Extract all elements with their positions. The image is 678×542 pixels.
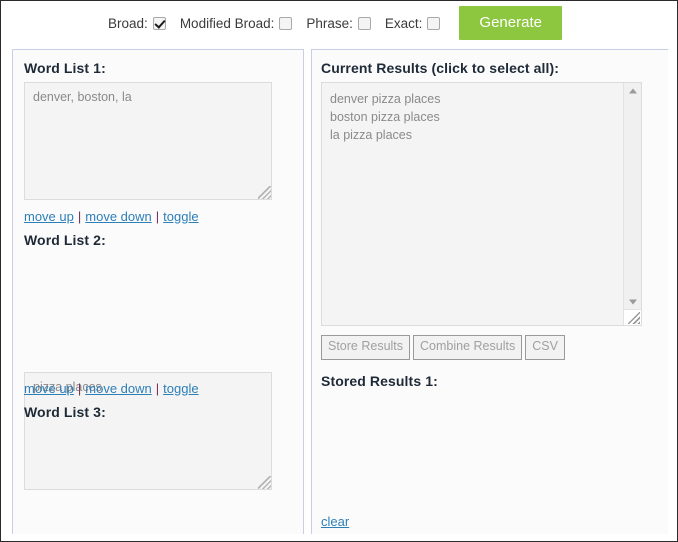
store-results-button[interactable]: Store Results — [321, 335, 411, 360]
word-list-1-move-up-link[interactable]: move up — [24, 209, 74, 224]
generate-button[interactable]: Generate — [459, 6, 562, 40]
results-panel: Current Results (click to select all): d… — [311, 49, 668, 534]
option-phrase-label: Phrase: — [306, 15, 353, 31]
scroll-down-icon[interactable] — [624, 294, 641, 310]
exact-checkbox[interactable] — [427, 16, 441, 30]
word-list-1-move-down-link[interactable]: move down — [85, 209, 151, 224]
link-separator: | — [155, 209, 160, 224]
word-list-2-toggle-link[interactable]: toggle — [163, 381, 198, 396]
current-results-value: denver pizza places boston pizza places … — [330, 92, 441, 143]
word-list-1-label: Word List 1: — [24, 60, 106, 76]
scroll-up-icon[interactable] — [624, 83, 641, 99]
results-actions: Store Results Combine Results CSV — [321, 335, 565, 360]
option-phrase[interactable]: Phrase: — [306, 16, 371, 31]
link-separator: | — [77, 209, 82, 224]
word-list-2-label: Word List 2: — [24, 232, 106, 248]
link-separator: | — [77, 381, 82, 396]
resize-grip-icon[interactable] — [624, 309, 641, 325]
stored-results-clear-row: clear — [321, 514, 349, 529]
current-results-scrollbar[interactable] — [623, 83, 641, 325]
current-results-label: Current Results (click to select all): — [321, 60, 559, 76]
clear-link[interactable]: clear — [321, 514, 349, 529]
broad-checkbox[interactable] — [152, 16, 166, 30]
options-toolbar: Broad: Modified Broad: Phrase: Exact: Ge… — [1, 1, 677, 45]
option-exact[interactable]: Exact: — [385, 16, 441, 31]
word-list-2-links: move up | move down | toggle — [24, 381, 199, 396]
word-list-1-toggle-link[interactable]: toggle — [163, 209, 198, 224]
option-broad[interactable]: Broad: — [108, 16, 166, 31]
csv-button[interactable]: CSV — [525, 335, 565, 360]
keyword-generator-app: Broad: Modified Broad: Phrase: Exact: Ge… — [0, 0, 678, 542]
option-modified-broad-label: Modified Broad: — [179, 15, 275, 31]
option-modified-broad[interactable]: Modified Broad: — [180, 16, 293, 31]
word-list-3-label: Word List 3: — [24, 404, 106, 420]
word-list-1-input[interactable] — [24, 82, 272, 200]
word-list-1-links: move up | move down | toggle — [24, 209, 199, 224]
option-exact-label: Exact: — [384, 15, 423, 31]
modified-broad-checkbox[interactable] — [279, 16, 293, 30]
stored-results-label: Stored Results 1: — [321, 373, 438, 389]
word-list-2-move-up-link[interactable]: move up — [24, 381, 74, 396]
option-broad-label: Broad: — [108, 15, 148, 31]
link-separator: | — [155, 381, 160, 396]
phrase-checkbox[interactable] — [357, 16, 371, 30]
current-results-textarea[interactable]: denver pizza places boston pizza places … — [321, 82, 642, 326]
combine-results-button[interactable]: Combine Results — [413, 335, 523, 360]
word-lists-panel: Word List 1: move up|move down|toggle Wo… — [12, 49, 304, 534]
word-list-2-move-down-link[interactable]: move down — [85, 381, 151, 396]
